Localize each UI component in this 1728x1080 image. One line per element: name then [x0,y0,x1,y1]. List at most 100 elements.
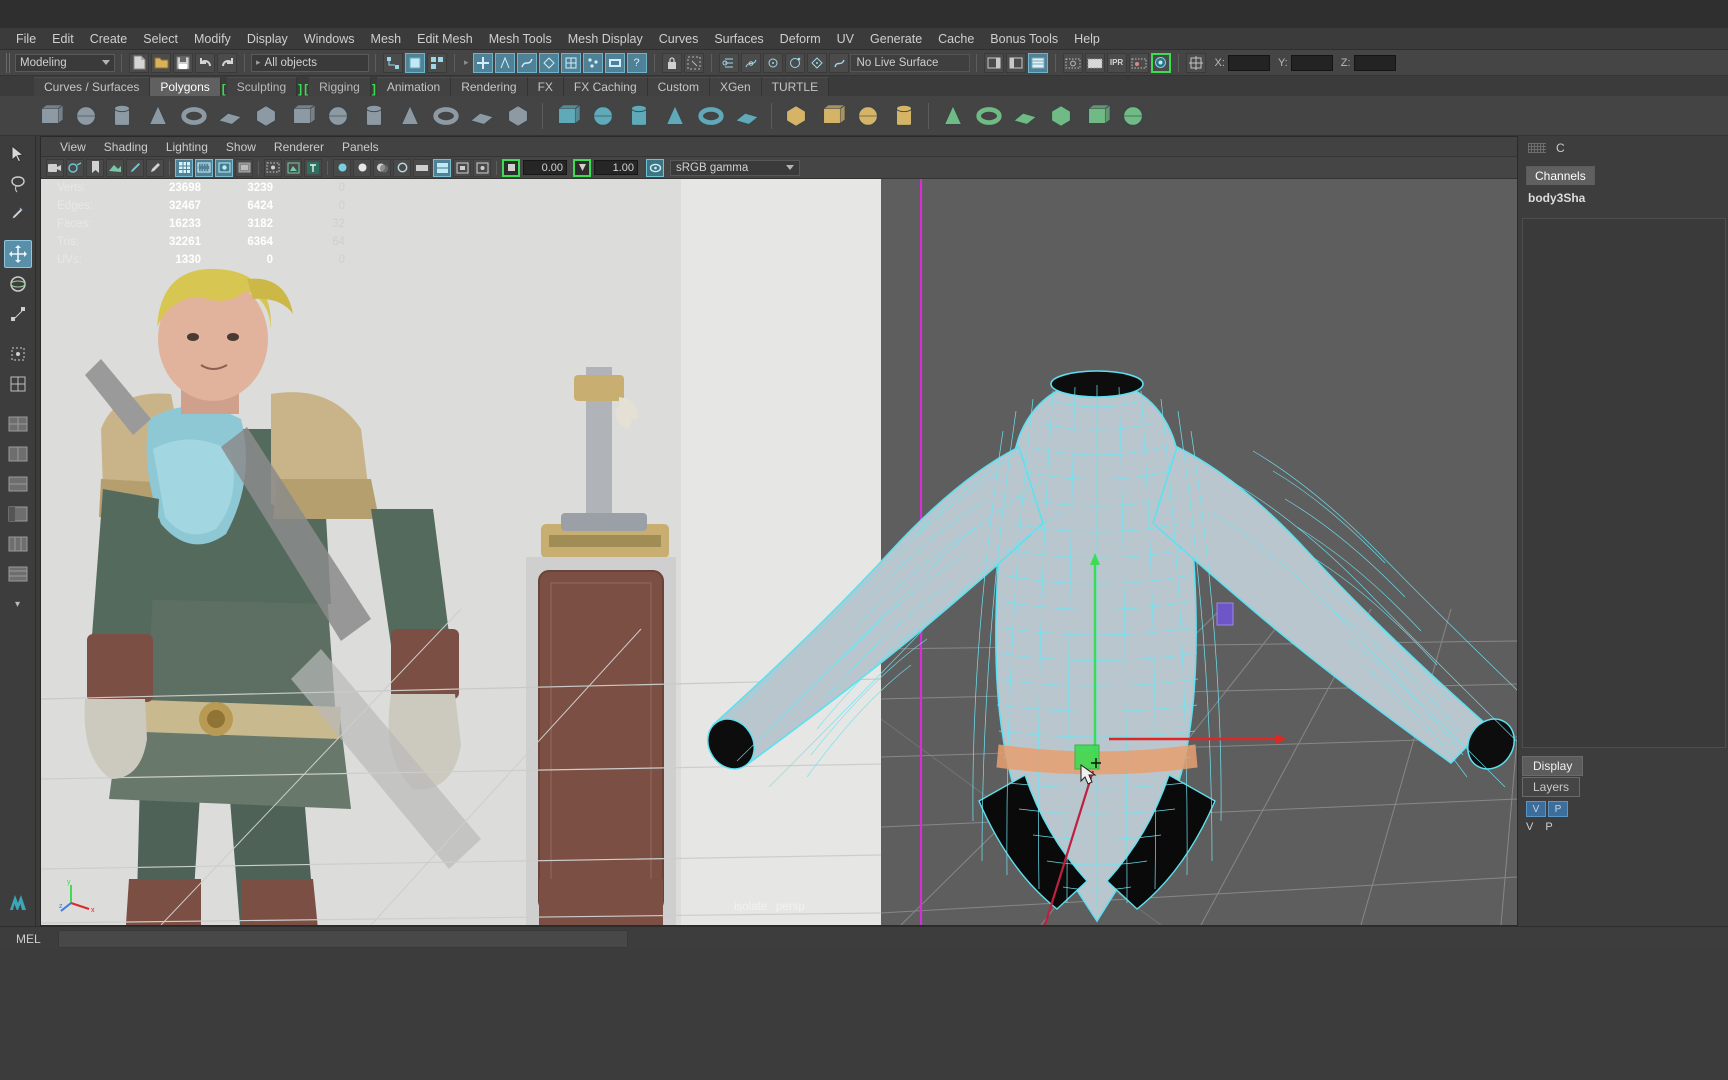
separate-icon[interactable] [587,100,619,132]
shadows-icon[interactable] [373,159,391,177]
menu-item-select[interactable]: Select [135,30,186,48]
extrude-icon[interactable] [780,100,812,132]
command-language-label[interactable]: MEL [0,932,58,946]
scale-tool[interactable] [4,300,32,328]
poly-disc-icon[interactable] [250,100,282,132]
undo-button[interactable] [195,53,215,73]
exposure-region-icon[interactable] [264,159,282,177]
layout-more-button[interactable]: ▾ [4,590,32,618]
menu-item-mesh-tools[interactable]: Mesh Tools [481,30,560,48]
x-coordinate-input[interactable] [1228,55,1270,71]
viewport-menu-lighting[interactable]: Lighting [157,139,217,155]
shelf-tab-custom[interactable]: Custom [648,77,710,96]
menu-item-bonus-tools[interactable]: Bonus Tools [982,30,1066,48]
poly-plane-icon[interactable] [214,100,246,132]
menu-set-dropdown[interactable]: Modeling [15,54,115,72]
viewport-menu-renderer[interactable]: Renderer [265,139,333,155]
mask-rendering-button[interactable] [605,53,625,73]
save-scene-button[interactable] [173,53,193,73]
layer-row[interactable]: V P [1522,821,1726,833]
selection-mask-dropdown[interactable]: ▸ All objects [251,54,369,72]
poly-soccer-icon[interactable] [466,100,498,132]
color-management-icon[interactable] [646,159,664,177]
move-tool[interactable] [4,240,32,268]
tab-channels[interactable]: Channels [1526,166,1595,185]
layout-persp-outliner-button[interactable] [4,560,32,588]
universal-manipulator-tool[interactable] [4,340,32,368]
viewport-menu-show[interactable]: Show [217,139,265,155]
live-surface-field[interactable]: No Live Surface [850,54,970,72]
layout-hypergraph-button[interactable] [4,530,32,558]
snap-to-curve-button[interactable] [741,53,761,73]
poly-pyramid-icon[interactable] [430,100,462,132]
new-scene-button[interactable] [129,53,149,73]
snap-to-view-plane-button[interactable] [807,53,827,73]
statusbar-gripper[interactable] [6,53,11,73]
soft-modification-tool[interactable] [4,370,32,398]
append-icon[interactable] [973,100,1005,132]
select-tool[interactable] [4,140,32,168]
poly-cylinder-icon[interactable] [106,100,138,132]
menu-item-curves[interactable]: Curves [651,30,707,48]
isolate-select-icon[interactable] [473,159,491,177]
open-scene-button[interactable] [151,53,171,73]
film-gate-icon[interactable] [195,159,213,177]
menu-item-uv[interactable]: UV [829,30,862,48]
image-plane-icon[interactable] [106,159,124,177]
view-transform-icon[interactable] [284,159,302,177]
bridge-icon[interactable] [731,100,763,132]
select-by-component-type-button[interactable] [427,53,447,73]
mask-surfaces-button[interactable] [539,53,559,73]
poly-platonic-icon[interactable] [286,100,318,132]
resolution-gate-icon[interactable] [215,159,233,177]
menu-item-create[interactable]: Create [82,30,136,48]
layout-outliner-persp-button[interactable] [4,500,32,528]
mask-handles-button[interactable] [473,53,493,73]
mask-joints-button[interactable] [495,53,515,73]
hypershade-render-view-button[interactable] [1151,53,1171,73]
poly-torus-icon[interactable] [178,100,210,132]
layer-visibility-column-header[interactable]: V [1526,801,1546,817]
menu-item-edit-mesh[interactable]: Edit Mesh [409,30,481,48]
color-space-dropdown[interactable]: sRGB gamma [670,160,800,176]
target-weld-icon[interactable] [1009,100,1041,132]
quad-draw-icon[interactable] [888,100,920,132]
shelf-tab-polygons[interactable]: Polygons [150,77,220,96]
y-coordinate-input[interactable] [1291,55,1333,71]
shelf-tab-curves-surfaces[interactable]: Curves / Surfaces [34,77,150,96]
toggle-coordinate-fields-button[interactable] [1186,53,1206,73]
shelf-tab-rigging[interactable]: Rigging [309,77,371,96]
paint-select-tool[interactable] [4,200,32,228]
layout-two-pane-button[interactable] [4,470,32,498]
show-hide-channel-box-button[interactable] [1028,53,1048,73]
snap-to-point-button[interactable] [763,53,783,73]
layout-four-pane-button[interactable] [4,440,32,468]
viewport-menu-panels[interactable]: Panels [333,139,388,155]
z-coordinate-input[interactable] [1354,55,1396,71]
layout-single-view-button[interactable] [4,410,32,438]
shelf-tab-fx[interactable]: FX [528,77,564,96]
text-overlay-icon[interactable] [304,159,322,177]
channel-box-attribute-list[interactable] [1522,218,1726,748]
tab-display[interactable]: Display [1522,756,1583,776]
gamma-value-field[interactable]: 1.00 [594,160,638,175]
mask-dynamics-button[interactable] [583,53,603,73]
highlight-selection-button[interactable] [684,53,704,73]
motion-blur-icon[interactable] [413,159,431,177]
shelf-tab-turtle[interactable]: TURTLE [762,77,829,96]
poly-cube-icon[interactable] [34,100,66,132]
exposure-value-field[interactable]: 0.00 [523,160,567,175]
grease-pencil-icon[interactable] [126,159,144,177]
render-settings-button[interactable] [1129,53,1149,73]
show-hide-tool-settings-button[interactable] [1006,53,1026,73]
shelf-tab-xgen[interactable]: XGen [710,77,762,96]
menu-item-modify[interactable]: Modify [186,30,239,48]
tab-layers[interactable]: Layers [1522,777,1580,797]
redo-button[interactable] [217,53,237,73]
camera-attributes-icon[interactable] [66,159,84,177]
layer-playback-cell[interactable]: P [1545,821,1552,833]
menu-item-mesh-display[interactable]: Mesh Display [560,30,651,48]
mask-misc-button[interactable]: ? [627,53,647,73]
uv-editor-icon[interactable] [1117,100,1149,132]
mask-expand-icon[interactable]: ▸ [464,57,469,68]
